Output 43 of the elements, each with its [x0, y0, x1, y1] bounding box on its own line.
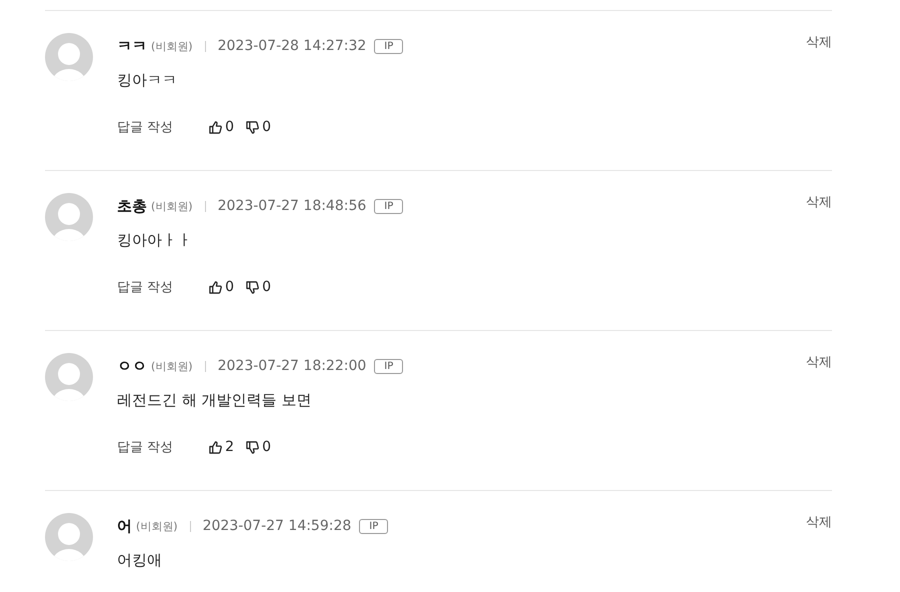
thumbs-up-icon	[209, 440, 222, 454]
thumbs-down-icon	[246, 280, 260, 294]
avatar	[45, 193, 93, 241]
author-name: ㅇㅇ	[117, 356, 147, 376]
guest-label: (비회원)	[151, 358, 193, 374]
dislike-button[interactable]: 0	[246, 439, 271, 455]
like-button[interactable]: 0	[209, 279, 234, 295]
ip-badge[interactable]: IP	[359, 518, 388, 534]
ip-badge[interactable]: IP	[374, 198, 404, 214]
timestamp: 2023-07-27 14:59:28	[202, 518, 352, 534]
comment-text: 어킹애	[117, 551, 163, 570]
avatar	[45, 33, 93, 81]
dislike-button[interactable]: 0	[246, 119, 271, 135]
author-name: ㅋㅋ	[117, 36, 147, 56]
delete-link[interactable]: 삭제	[806, 193, 832, 211]
delete-link[interactable]: 삭제	[806, 513, 832, 531]
author-name: 어	[117, 516, 132, 536]
comment-text: 킹아ㅋㅋ	[117, 71, 178, 90]
delete-link[interactable]: 삭제	[806, 33, 832, 51]
timestamp: 2023-07-28 14:27:32	[218, 38, 366, 54]
thumbs-down-icon	[246, 120, 260, 134]
reply-link[interactable]: 답글 작성	[117, 278, 174, 296]
reply-link[interactable]: 답글 작성	[117, 438, 174, 456]
delete-link[interactable]: 삭제	[806, 353, 832, 371]
thumbs-up-icon	[209, 280, 222, 294]
author-name: 초총	[117, 196, 147, 216]
reply-link[interactable]: 답글 작성	[117, 118, 174, 136]
guest-label: (비회원)	[151, 38, 193, 54]
thumbs-up-icon	[209, 120, 222, 134]
avatar	[45, 353, 93, 401]
timestamp: 2023-07-27 18:22:00	[218, 358, 366, 374]
guest-label: (비회원)	[136, 518, 178, 534]
comment-text: 레전드긴 해 개발인력들 보면	[117, 391, 312, 410]
ip-badge[interactable]: IP	[374, 38, 404, 54]
timestamp: 2023-07-27 18:48:56	[218, 198, 366, 214]
guest-label: (비회원)	[151, 198, 193, 214]
comment-text: 킹아아ㅏㅏ	[117, 231, 193, 250]
ip-badge[interactable]: IP	[374, 358, 404, 374]
like-button[interactable]: 2	[209, 439, 234, 455]
thumbs-down-icon	[246, 440, 260, 454]
like-button[interactable]: 0	[209, 119, 234, 135]
dislike-button[interactable]: 0	[246, 279, 271, 295]
avatar	[45, 513, 93, 561]
